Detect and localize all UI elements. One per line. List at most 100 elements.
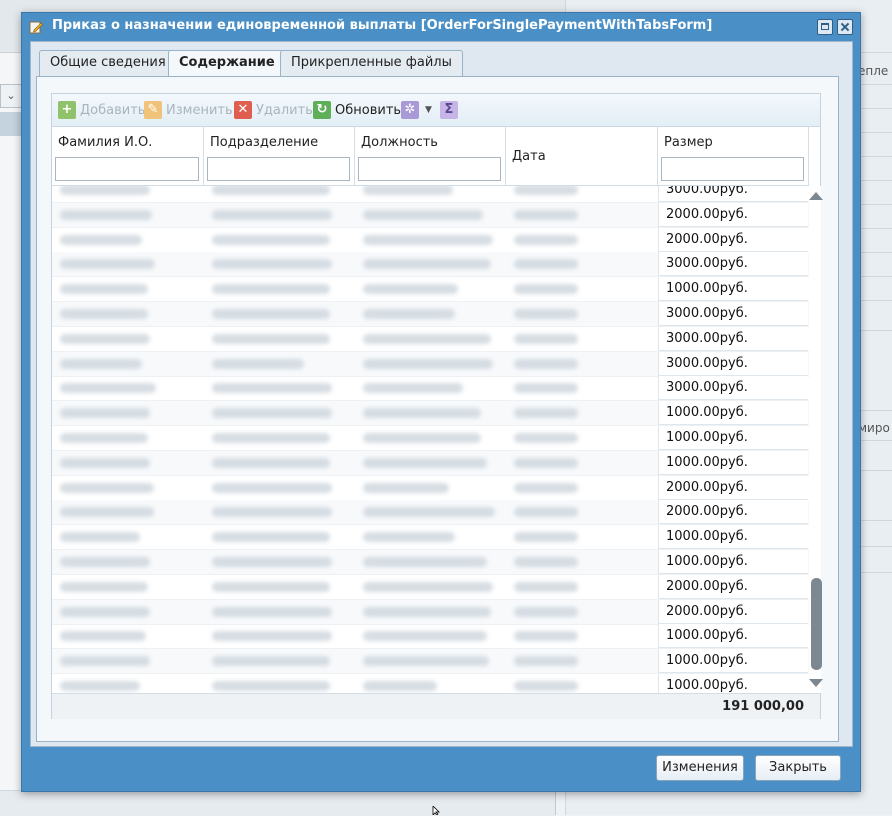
redacted-cell	[514, 358, 578, 369]
table-row[interactable]: 1000.00руб.	[52, 674, 809, 693]
table-row[interactable]: 2000.00руб.	[52, 227, 809, 253]
redacted-cell	[212, 606, 332, 617]
table-row[interactable]: 3000.00руб.	[52, 376, 809, 402]
redacted-cell	[514, 333, 578, 344]
size-cell[interactable]: 2000.00руб.	[658, 599, 808, 624]
add-button[interactable]: + Добавить	[58, 100, 145, 120]
changes-button[interactable]: Изменения	[656, 755, 744, 781]
redacted-cell	[514, 482, 578, 493]
refresh-button-label: Обновить	[335, 102, 402, 118]
size-cell[interactable]: 1000.00руб.	[658, 426, 808, 450]
redacted-cell	[60, 631, 146, 642]
table-row[interactable]: 3000.00руб.	[52, 186, 809, 203]
size-cell[interactable]: 2000.00руб.	[658, 500, 808, 525]
table-row[interactable]: 3000.00руб.	[52, 326, 809, 352]
settings-menu-button[interactable]: ✲ ▼	[401, 100, 432, 120]
table-row[interactable]: 1000.00руб.	[52, 525, 809, 551]
column-name-label: Фамилия И.О.	[58, 135, 153, 150]
redacted-cell	[212, 186, 330, 195]
close-icon[interactable]	[837, 19, 853, 35]
table-row[interactable]: 2000.00руб.	[52, 500, 809, 526]
background-combo-arrow[interactable]: ⌄	[0, 84, 22, 108]
mouse-pointer-icon	[432, 806, 440, 815]
table-row[interactable]: 1000.00руб.	[52, 550, 809, 575]
size-cell[interactable]: 2000.00руб.	[658, 475, 808, 500]
size-cell[interactable]: 1000.00руб.	[658, 649, 808, 674]
table-row[interactable]: 2000.00руб.	[52, 599, 809, 625]
table-row[interactable]: 3000.00руб.	[52, 252, 809, 278]
grid-scrollbar[interactable]	[809, 186, 823, 693]
redacted-cell	[514, 631, 578, 642]
maximize-icon[interactable]	[817, 19, 833, 35]
size-cell[interactable]: 3000.00руб.	[658, 252, 808, 277]
sum-button[interactable]: Σ	[440, 100, 462, 120]
redacted-cell	[363, 631, 487, 642]
background-label-2: миро	[858, 421, 890, 435]
redacted-cell	[212, 333, 330, 344]
size-cell[interactable]: 1000.00руб.	[658, 550, 808, 574]
size-value: 3000.00руб.	[666, 355, 748, 371]
size-cell[interactable]: 3000.00руб.	[658, 302, 808, 326]
redacted-cell	[60, 681, 140, 691]
table-row[interactable]: 1000.00руб.	[52, 450, 809, 476]
total-amount: 191 000,00	[722, 699, 804, 714]
delete-button-label: Удалить	[256, 102, 313, 118]
grid-body: 3000.00руб. 2000.00руб. 2000.00руб. 3000.00…	[52, 186, 809, 693]
filter-size-input[interactable]	[661, 157, 804, 181]
tab-general[interactable]: Общие сведения	[39, 50, 177, 76]
table-row[interactable]: 2000.00руб.	[52, 202, 809, 228]
scroll-down-arrow-icon[interactable]	[809, 679, 823, 687]
redacted-cell	[212, 259, 332, 270]
tab-contents[interactable]: Содержание	[168, 50, 286, 78]
size-cell[interactable]: 3000.00руб.	[658, 186, 808, 202]
size-cell[interactable]: 3000.00руб.	[658, 351, 808, 376]
size-cell[interactable]: 1000.00руб.	[658, 525, 808, 550]
column-department[interactable]: Подразделение	[204, 127, 355, 185]
size-cell[interactable]: 2000.00руб.	[658, 574, 808, 599]
delete-button[interactable]: ✕ Удалить	[234, 100, 313, 120]
redacted-cell	[212, 656, 330, 667]
column-department-label: Подразделение	[210, 135, 319, 150]
column-position[interactable]: Должность	[355, 127, 506, 185]
size-value: 1000.00руб.	[666, 628, 748, 644]
table-row[interactable]: 1000.00руб.	[52, 401, 809, 427]
table-row[interactable]: 1000.00руб.	[52, 426, 809, 451]
size-cell[interactable]: 1000.00руб.	[658, 624, 808, 649]
dialog-titlebar[interactable]: Приказ о назначении единовременной выпла…	[22, 13, 860, 41]
size-cell[interactable]: 3000.00руб.	[658, 376, 808, 401]
filter-position-input[interactable]	[358, 157, 501, 181]
size-cell[interactable]: 2000.00руб.	[658, 202, 808, 227]
tab-attachments[interactable]: Прикрепленные файлы	[280, 50, 463, 76]
table-row[interactable]: 1000.00руб.	[52, 649, 809, 675]
size-cell[interactable]: 1000.00руб.	[658, 401, 808, 426]
edit-button[interactable]: ✎ Изменить	[144, 100, 233, 120]
size-cell[interactable]: 2000.00руб.	[658, 227, 808, 252]
filter-department-input[interactable]	[207, 157, 350, 181]
size-cell[interactable]: 1000.00руб.	[658, 674, 808, 693]
column-size[interactable]: Размер	[658, 127, 809, 185]
column-date-label: Дата	[512, 149, 546, 164]
column-date[interactable]: Дата	[506, 127, 658, 185]
scroll-up-arrow-icon[interactable]	[809, 192, 823, 200]
size-cell[interactable]: 1000.00руб.	[658, 450, 808, 475]
order-dialog: Приказ о назначении единовременной выпла…	[21, 12, 861, 792]
size-cell[interactable]: 1000.00руб.	[658, 277, 808, 302]
table-row[interactable]: 1000.00руб.	[52, 624, 809, 650]
refresh-icon: ↻	[313, 101, 331, 119]
column-name[interactable]: Фамилия И.О.	[52, 127, 204, 185]
filter-name-input[interactable]	[55, 157, 199, 181]
table-row[interactable]: 2000.00руб.	[52, 475, 809, 501]
close-button[interactable]: Закрыть	[755, 755, 841, 781]
tab-panel-contents: + Добавить ✎ Изменить ✕ Удалить ↻ Обнови…	[36, 76, 839, 742]
table-row[interactable]: 3000.00руб.	[52, 351, 809, 377]
scrollbar-thumb[interactable]	[811, 578, 822, 670]
refresh-button[interactable]: ↻ Обновить	[313, 100, 401, 120]
table-row[interactable]: 2000.00руб.	[52, 574, 809, 600]
redacted-cell	[363, 433, 481, 443]
size-cell[interactable]: 3000.00руб.	[658, 326, 808, 351]
table-row[interactable]: 3000.00руб.	[52, 302, 809, 327]
redacted-cell	[514, 433, 578, 443]
redacted-cell	[60, 433, 148, 443]
pencil-icon: ✎	[144, 101, 162, 119]
table-row[interactable]: 1000.00руб.	[52, 277, 809, 303]
